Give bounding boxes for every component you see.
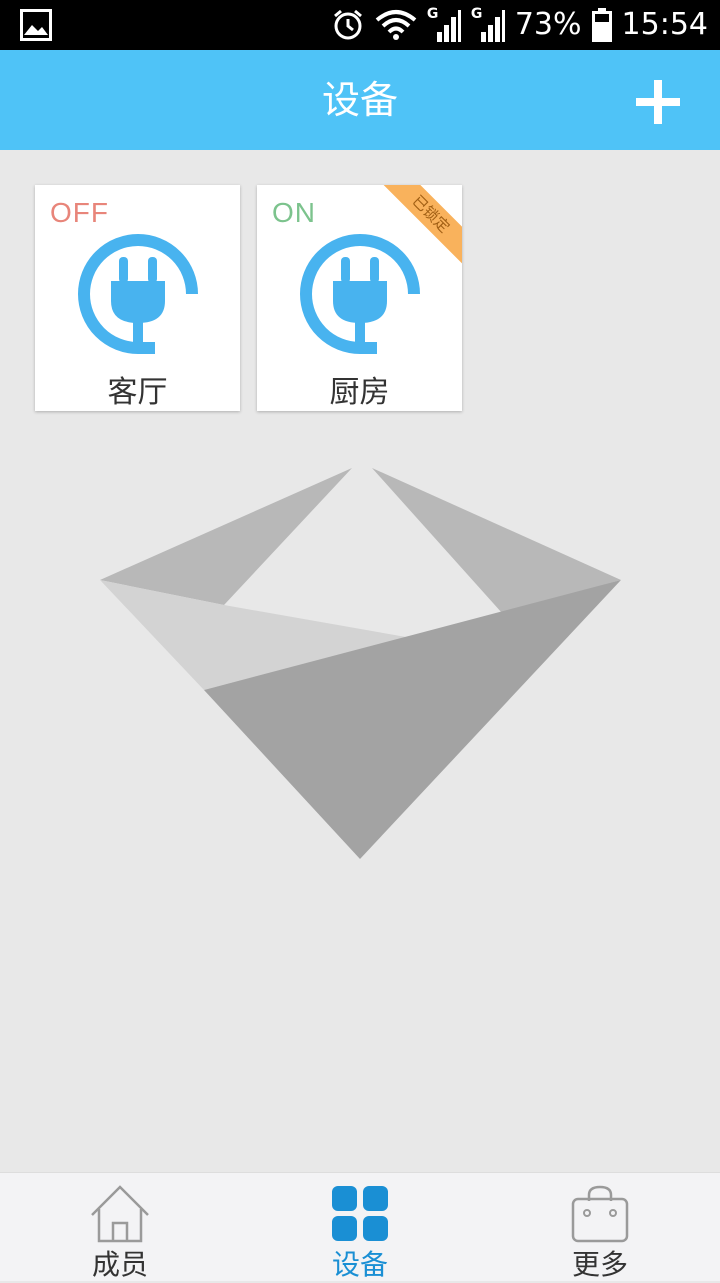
plug-icon [78, 234, 198, 354]
nav-item-devices[interactable]: 设备 [240, 1173, 480, 1281]
page-title: 设备 [321, 78, 398, 122]
wifi-icon [375, 10, 417, 40]
nav-item-more[interactable]: 更多 [480, 1173, 720, 1281]
status-bar: G G 73% 15:54 [0, 0, 720, 50]
diamond-logo-icon [100, 468, 621, 859]
home-icon [91, 1185, 149, 1243]
signal-icon: G [427, 6, 461, 42]
battery-icon [591, 8, 612, 42]
bottom-navigation: 成员 设备 更多 [0, 1172, 720, 1281]
device-state-label: ON [272, 197, 316, 228]
device-card[interactable]: OFF 客厅 [35, 185, 240, 411]
grid-icon [332, 1186, 388, 1241]
nav-label: 成员 [91, 1248, 148, 1281]
battery-percentage: 73% [514, 7, 582, 42]
nav-label: 更多 [571, 1248, 628, 1281]
title-bar: 设备 [0, 50, 720, 150]
device-name: 厨房 [329, 375, 390, 410]
bag-icon [571, 1185, 629, 1243]
device-card[interactable]: ON 已锁定 厨房 [257, 185, 462, 411]
alarm-icon [333, 9, 362, 40]
device-state-label: OFF [50, 197, 109, 228]
nav-label: 设备 [331, 1248, 388, 1281]
image-icon [20, 9, 52, 41]
nav-item-members[interactable]: 成员 [0, 1173, 240, 1281]
device-name: 客厅 [107, 375, 168, 410]
signal-icon: G [471, 6, 505, 42]
clock: 15:54 [621, 7, 708, 42]
plug-icon [300, 234, 420, 354]
plus-icon[interactable] [636, 80, 680, 124]
